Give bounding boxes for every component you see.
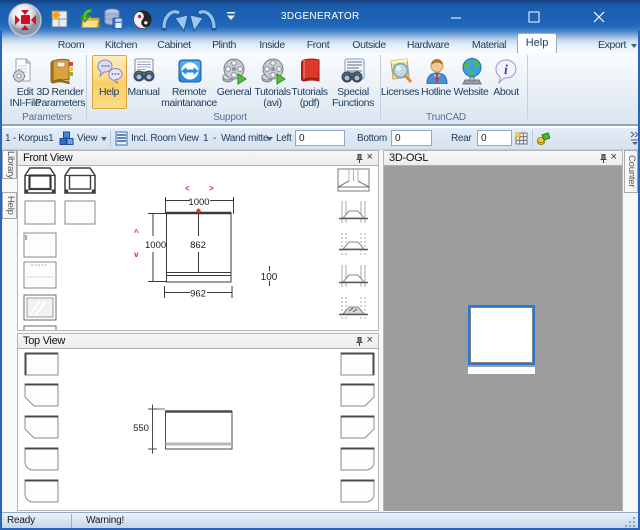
svg-text:1000: 1000 [188, 197, 209, 208]
svg-text:i: i [504, 63, 508, 78]
svg-text:v: v [134, 250, 139, 259]
svg-text:862: 862 [190, 240, 206, 251]
svg-text:962: 962 [190, 289, 206, 300]
svg-text:^: ^ [134, 228, 139, 237]
svg-text:>: > [209, 184, 214, 193]
svg-text:550: 550 [133, 423, 149, 434]
svg-text:<: < [185, 184, 190, 193]
svg-text:100: 100 [261, 272, 278, 283]
svg-text:1000: 1000 [145, 240, 166, 251]
